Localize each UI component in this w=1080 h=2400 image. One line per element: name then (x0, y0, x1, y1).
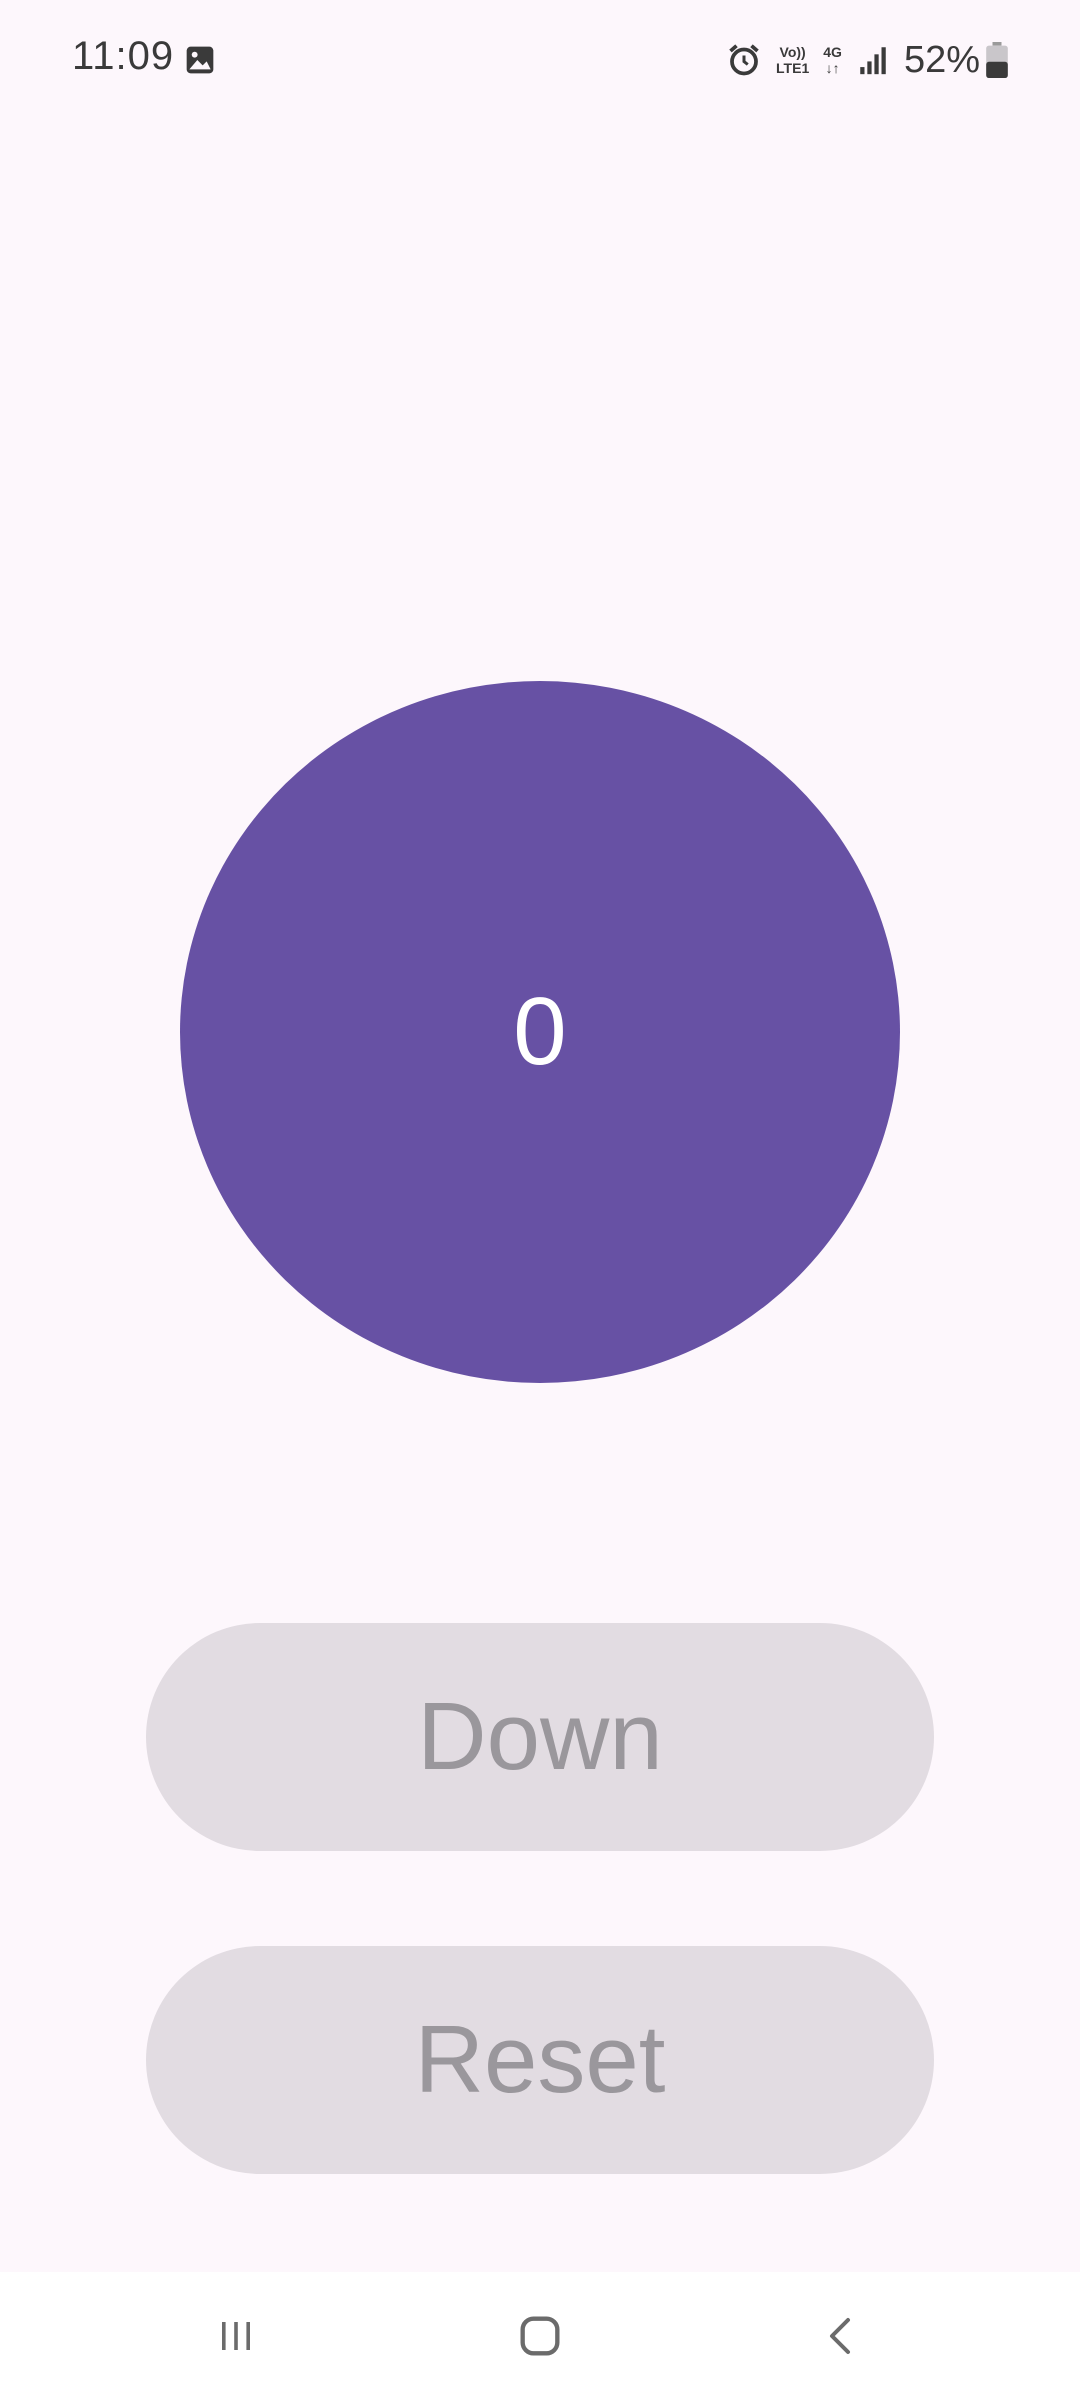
volte-icon: Vo)) LTE1 (776, 44, 809, 76)
status-bar: 11:09 Vo)) LTE1 4G ↓↑ 52% (0, 0, 1080, 120)
alarm-icon (729, 44, 759, 76)
down-button[interactable]: Down (146, 1623, 934, 1851)
recents-icon (222, 2322, 250, 2350)
back-button[interactable] (802, 2296, 882, 2376)
volte-bottom-label: LTE1 (776, 60, 810, 76)
gallery-icon (186, 46, 214, 74)
battery-icon (986, 42, 1008, 78)
counter-value: 0 (513, 978, 567, 1085)
volte-top-label: Vo)) (779, 44, 806, 60)
network-type-label: 4G (823, 44, 842, 60)
home-button[interactable] (500, 2296, 580, 2376)
status-icons: Vo)) LTE1 4G ↓↑ 52% (712, 36, 1008, 84)
network-arrows: ↓↑ (825, 60, 840, 76)
4g-icon: 4G ↓↑ (823, 44, 842, 76)
back-icon (830, 2318, 850, 2354)
recents-button[interactable] (196, 2296, 276, 2376)
status-time: 11:09 (72, 34, 175, 78)
reset-button[interactable]: Reset (146, 1946, 934, 2174)
counter-circle: 0 (180, 681, 900, 1383)
navigation-bar (0, 2272, 1080, 2400)
home-icon (520, 2316, 560, 2356)
battery-percent: 52% (903, 38, 980, 81)
signal-icon (860, 47, 886, 75)
